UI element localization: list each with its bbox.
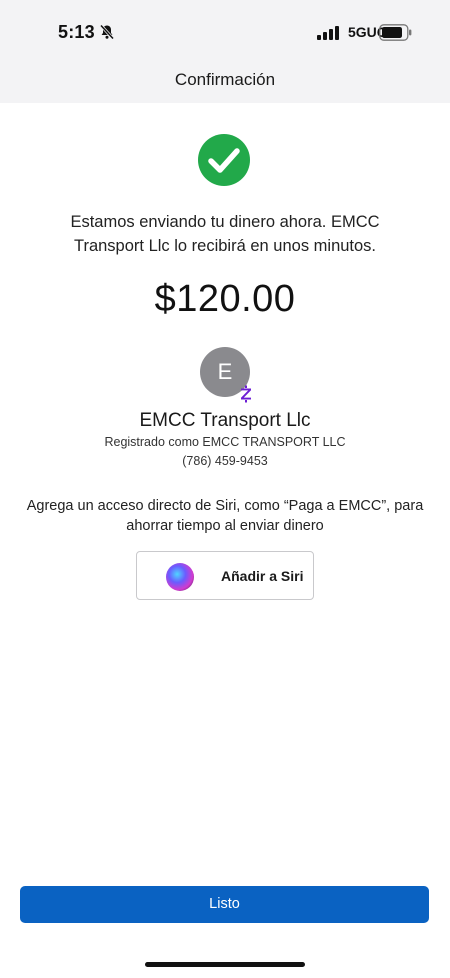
nav-header: Confirmación bbox=[0, 58, 450, 103]
amount: $120.00 bbox=[154, 278, 296, 320]
bell-off-icon bbox=[99, 24, 115, 40]
recipient-name: EMCC Transport Llc bbox=[139, 410, 311, 431]
done-button-label: Listo bbox=[209, 896, 240, 912]
status-time: 5:13 bbox=[58, 22, 95, 42]
check-circle-icon bbox=[198, 134, 250, 186]
home-indicator[interactable] bbox=[145, 962, 305, 967]
status-bar: 5:13 5GUC bbox=[0, 0, 450, 58]
siri-hint: Agrega un acceso directo de Siri, como “… bbox=[26, 498, 424, 534]
add-to-siri-button[interactable]: Añadir a Siri bbox=[136, 551, 314, 600]
registered-as: Registrado como EMCC TRANSPORT LLC bbox=[104, 435, 346, 449]
recipient-phone: (786) 459-9453 bbox=[182, 454, 268, 468]
signal-icon bbox=[317, 26, 339, 40]
zelle-icon bbox=[241, 385, 251, 403]
siri-icon bbox=[166, 563, 194, 591]
confirmation-message: Estamos enviando tu dinero ahora. EMCC T… bbox=[70, 213, 380, 255]
battery-icon bbox=[379, 24, 412, 41]
done-button[interactable]: Listo bbox=[20, 886, 429, 923]
page-title: Confirmación bbox=[174, 70, 276, 89]
siri-button-label: Añadir a Siri bbox=[221, 568, 304, 584]
